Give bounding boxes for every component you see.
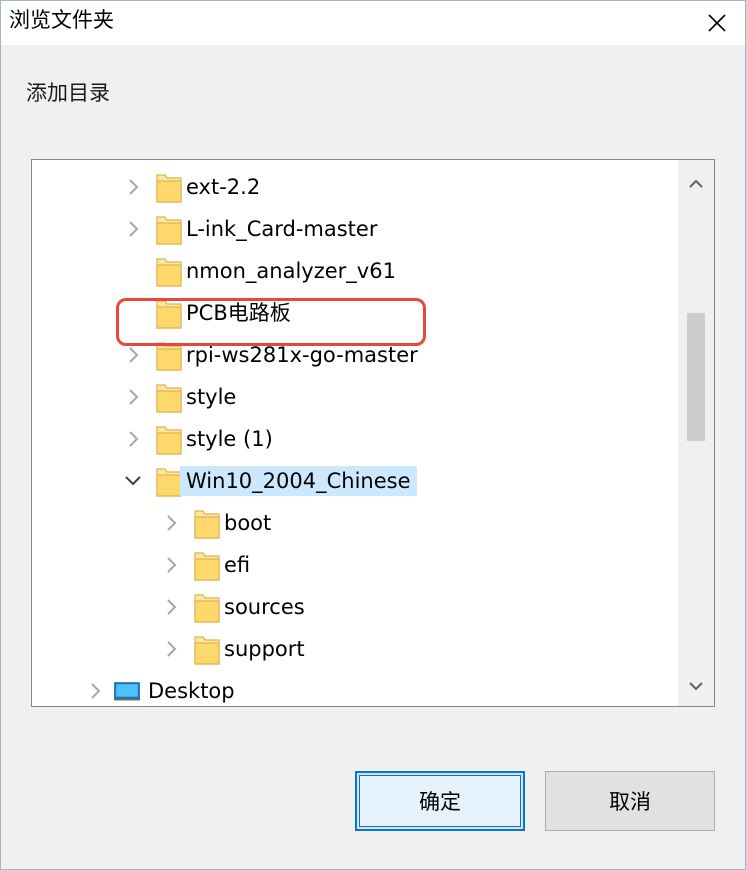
folder-icon <box>194 510 220 539</box>
cancel-button-label: 取消 <box>609 790 651 814</box>
desktop-icon <box>114 682 140 701</box>
chevron-right-icon[interactable] <box>86 681 104 701</box>
folder-icon <box>156 258 182 287</box>
tree-item-label: efi <box>224 553 251 577</box>
browse-folder-dialog: 浏览文件夹 添加目录 ext-2.2 L-ink_Card-master nmon_… <box>0 0 746 870</box>
tree-item-label: sources <box>224 595 305 619</box>
chevron-right-icon[interactable] <box>162 597 180 617</box>
chevron-right-icon[interactable] <box>124 429 142 449</box>
tree-item[interactable]: sources <box>32 589 676 625</box>
scroll-up-button[interactable] <box>678 166 714 202</box>
folder-icon <box>194 594 220 623</box>
chevron-down-icon[interactable] <box>124 471 142 491</box>
chevron-right-icon[interactable] <box>124 177 142 197</box>
chevron-right-icon[interactable] <box>162 513 180 533</box>
close-button[interactable] <box>689 1 745 45</box>
ok-button[interactable]: 确定 <box>355 771 525 831</box>
tree-item[interactable]: L-ink_Card-master <box>32 211 676 247</box>
tree-item-label: style <box>186 385 237 409</box>
tree-item-label: nmon_analyzer_v61 <box>186 259 396 283</box>
chevron-right-icon[interactable] <box>162 639 180 659</box>
folder-icon <box>156 468 182 497</box>
chevron-right-icon[interactable] <box>162 555 180 575</box>
tree-item-label: support <box>224 637 305 661</box>
folder-icon <box>156 216 182 245</box>
tree-item-label: L-ink_Card-master <box>186 217 378 241</box>
instruction-text: 添加目录 <box>26 81 110 105</box>
folder-icon <box>156 384 182 413</box>
chevron-right-icon[interactable] <box>124 345 142 365</box>
chevron-down-icon <box>689 682 703 691</box>
tree-item[interactable]: nmon_analyzer_v61 <box>32 253 676 289</box>
selection-annotation-box <box>116 298 426 346</box>
tree-item[interactable]: ext-2.2 <box>32 169 676 205</box>
chevron-right-icon[interactable] <box>124 387 142 407</box>
folder-icon <box>194 636 220 665</box>
tree-item-label: ext-2.2 <box>186 175 261 199</box>
tree-item[interactable]: support <box>32 631 676 667</box>
close-icon <box>708 14 726 32</box>
tree-item-label: Desktop <box>148 679 235 703</box>
ok-button-label: 确定 <box>419 790 461 814</box>
scroll-down-button[interactable] <box>678 668 714 704</box>
tree-item[interactable]: style <box>32 379 676 415</box>
folder-icon <box>156 174 182 203</box>
tree-item[interactable]: Win10_2004_Chinese <box>32 463 676 499</box>
folder-icon <box>194 552 220 581</box>
title-bar: 浏览文件夹 <box>1 1 745 45</box>
scroll-thumb[interactable] <box>687 313 705 441</box>
window-title: 浏览文件夹 <box>9 8 114 32</box>
tree-item[interactable]: style (1) <box>32 421 676 457</box>
tree-item-label: Win10_2004_Chinese <box>180 466 417 496</box>
cancel-button[interactable]: 取消 <box>545 771 715 831</box>
tree-item[interactable]: Desktop <box>32 673 676 706</box>
chevron-right-icon[interactable] <box>124 219 142 239</box>
folder-tree[interactable]: ext-2.2 L-ink_Card-master nmon_analyzer_v6… <box>31 159 715 707</box>
tree-item[interactable]: boot <box>32 505 676 541</box>
tree-item[interactable]: efi <box>32 547 676 583</box>
folder-icon <box>156 426 182 455</box>
chevron-up-icon <box>689 179 703 188</box>
tree-item-label: boot <box>224 511 272 535</box>
tree-item-label: style (1) <box>186 427 273 451</box>
vertical-scrollbar[interactable] <box>678 160 714 706</box>
